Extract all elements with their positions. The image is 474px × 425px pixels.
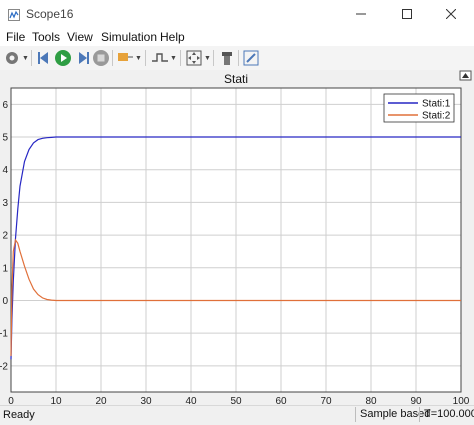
x-tick-label: 80 xyxy=(365,396,377,405)
toolbar-separator xyxy=(180,50,181,66)
zoom-fit-button[interactable] xyxy=(185,49,203,67)
x-tick-label: 0 xyxy=(8,396,14,405)
settings-button[interactable] xyxy=(3,49,21,67)
highlight-icon xyxy=(118,53,133,61)
x-tick-label: 50 xyxy=(230,396,242,405)
x-tick-label: 10 xyxy=(50,396,62,405)
y-tick-label: -2 xyxy=(0,361,8,372)
trigger-icon xyxy=(152,53,168,62)
highlight-dropdown-icon[interactable]: ▼ xyxy=(135,55,142,62)
step-forward-icon xyxy=(79,52,89,64)
pan-button[interactable] xyxy=(218,49,236,67)
settings-icon xyxy=(6,52,18,64)
step-back-button[interactable] xyxy=(35,49,53,67)
x-tick-label: 70 xyxy=(320,396,332,405)
x-tick-label: 100 xyxy=(453,396,470,405)
legend-label-1: Stati:1 xyxy=(422,99,451,110)
x-tick-label: 30 xyxy=(140,396,152,405)
y-tick-label: 6 xyxy=(2,100,8,111)
status-bar: Ready Sample based T=100.000 xyxy=(0,405,474,425)
y-tick-label: 4 xyxy=(2,165,8,176)
toolbar: ▼ ▼ ▼ ▼ xyxy=(0,46,474,71)
y-tick-label: 1 xyxy=(2,263,8,274)
zoom-dropdown-icon[interactable]: ▼ xyxy=(204,55,211,62)
edit-icon xyxy=(243,50,259,66)
menu-simulation[interactable]: Simulation xyxy=(101,30,157,44)
scope-app-icon xyxy=(8,8,20,26)
toolbar-separator xyxy=(112,50,113,66)
toolbar-separator xyxy=(238,50,239,66)
window-title: Scope16 xyxy=(26,7,74,21)
title-bar: Scope16 xyxy=(0,0,474,28)
menu-view[interactable]: View xyxy=(67,30,93,44)
plot-area: Stati 0 10 20 30 40 50 60 70 80 90 100 -2 -1 0 1 2 3 4 5 6 St… xyxy=(0,70,474,407)
y-tick-label: 5 xyxy=(2,133,8,144)
x-tick-label: 60 xyxy=(275,396,287,405)
menu-file[interactable]: File xyxy=(6,30,25,44)
stop-button[interactable] xyxy=(92,49,110,67)
maximize-icon xyxy=(402,9,412,19)
x-tick-label: 90 xyxy=(410,396,422,405)
x-tick-label: 20 xyxy=(95,396,107,405)
settings-dropdown-icon[interactable]: ▼ xyxy=(22,55,29,62)
trigger-dropdown-icon[interactable]: ▼ xyxy=(170,55,177,62)
y-tick-label: -1 xyxy=(0,329,8,340)
close-button[interactable] xyxy=(428,0,474,28)
highlight-button[interactable] xyxy=(116,49,134,67)
menu-tools[interactable]: Tools xyxy=(32,30,60,44)
collapse-icon[interactable] xyxy=(459,70,472,81)
x-tick-label: 40 xyxy=(185,396,197,405)
scope-chart[interactable]: Stati 0 10 20 30 40 50 60 70 80 90 100 -2 -1 0 1 2 3 4 5 6 St… xyxy=(0,70,474,407)
step-forward-button[interactable] xyxy=(74,49,92,67)
toolbar-separator xyxy=(145,50,146,66)
maximize-button[interactable] xyxy=(384,0,430,28)
minimize-button[interactable] xyxy=(338,0,384,28)
toolbar-separator xyxy=(213,50,214,66)
chart-title: Stati xyxy=(224,72,248,86)
menu-help[interactable]: Help xyxy=(160,30,185,44)
close-icon xyxy=(446,9,456,19)
zoom-fit-icon xyxy=(186,50,202,66)
status-ready: Ready xyxy=(3,409,35,421)
edit-button[interactable] xyxy=(242,49,260,67)
legend-label-2: Stati:2 xyxy=(422,111,451,122)
menu-bar: File Tools View Simulation Help xyxy=(0,28,474,46)
trigger-button[interactable] xyxy=(151,49,169,67)
step-back-icon xyxy=(38,52,48,64)
toolbar-separator xyxy=(31,50,32,66)
y-tick-label: 3 xyxy=(2,198,8,209)
y-tick-label: 0 xyxy=(2,296,8,307)
y-tick-label: 2 xyxy=(2,231,8,242)
status-time: T=100.000 xyxy=(419,407,474,422)
minimize-icon xyxy=(356,13,366,15)
run-button[interactable] xyxy=(54,49,72,67)
run-icon xyxy=(55,50,71,66)
pan-icon xyxy=(222,52,232,65)
stop-icon xyxy=(93,50,109,66)
